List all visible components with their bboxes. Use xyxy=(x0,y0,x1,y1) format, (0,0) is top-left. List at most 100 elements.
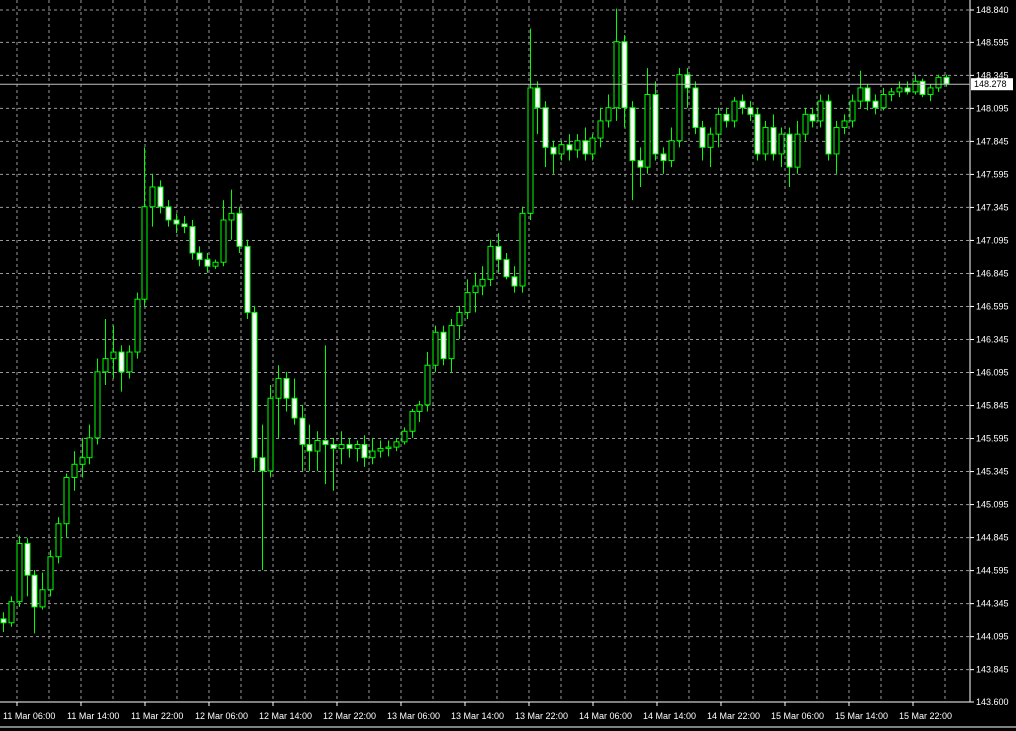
candle-body-bearish xyxy=(24,543,31,576)
candle-body-bullish xyxy=(880,94,887,109)
candle-body-bearish xyxy=(872,100,879,109)
candle[interactable] xyxy=(244,239,251,320)
candle[interactable] xyxy=(487,239,494,287)
candle[interactable] xyxy=(692,81,699,135)
candle-body-bullish xyxy=(589,137,596,155)
candle-body-bullish xyxy=(605,107,612,122)
x-tick-label: 13 Mar 06:00 xyxy=(387,711,440,721)
candle-body-bearish xyxy=(0,618,7,624)
candle-body-bullish xyxy=(267,397,274,472)
candle[interactable] xyxy=(919,78,926,98)
candle-body-bearish xyxy=(291,397,298,419)
candle-body-bearish xyxy=(299,417,306,445)
candle-body-bearish xyxy=(31,574,38,608)
candle-body-bearish xyxy=(864,87,871,102)
candle-body-bullish xyxy=(354,443,361,449)
y-tick-label: 148.095 xyxy=(976,103,1009,113)
y-tick-label: 148.840 xyxy=(976,5,1009,15)
x-tick-label: 15 Mar 06:00 xyxy=(771,711,824,721)
y-tick-label: 147.345 xyxy=(976,202,1009,212)
candle-body-bearish xyxy=(251,311,258,459)
candle-body-bearish xyxy=(621,41,628,109)
candle-body-bearish xyxy=(943,76,950,85)
candle[interactable] xyxy=(134,292,141,359)
candle[interactable] xyxy=(676,68,683,148)
y-tick-label: 143.845 xyxy=(976,665,1009,675)
y-tick-label: 145.845 xyxy=(976,401,1009,411)
y-tick-label: 147.095 xyxy=(976,235,1009,245)
y-tick-label: 144.845 xyxy=(976,533,1009,543)
candle[interactable] xyxy=(16,535,23,607)
candle-body-bullish xyxy=(39,589,46,608)
candlestick-chart[interactable]: 148.840148.595148.345148.095147.845147.5… xyxy=(0,0,1016,731)
candle-body-bullish xyxy=(778,133,785,155)
y-tick-label: 145.345 xyxy=(976,467,1009,477)
candle-body-bullish xyxy=(833,127,840,155)
candle-body-bullish xyxy=(794,133,801,168)
y-tick-label: 146.345 xyxy=(976,334,1009,344)
candle-body-bullish xyxy=(94,371,101,439)
candle[interactable] xyxy=(251,305,258,471)
candle-body-bearish xyxy=(699,127,706,148)
candle[interactable] xyxy=(94,358,101,445)
y-tick-label: 145.095 xyxy=(976,500,1009,510)
x-tick-label: 15 Mar 22:00 xyxy=(899,711,952,721)
candle-body-bullish xyxy=(55,523,62,558)
candle-body-bullish xyxy=(731,100,738,122)
candle-body-bearish xyxy=(660,153,667,162)
current-price-label: 148.278 xyxy=(974,79,1007,89)
x-tick-label: 12 Mar 06:00 xyxy=(195,711,248,721)
candle[interactable] xyxy=(825,94,832,161)
candle[interactable] xyxy=(754,107,761,161)
candle-body-bearish xyxy=(503,259,510,278)
candle-body-bullish xyxy=(314,440,321,452)
candle-body-bullish xyxy=(275,377,282,399)
candle-body-bullish xyxy=(409,410,416,432)
candle-body-bullish xyxy=(715,113,722,135)
candle-body-bullish xyxy=(134,298,141,353)
candle-body-bullish xyxy=(597,120,604,139)
x-tick-label: 12 Mar 14:00 xyxy=(259,711,312,721)
candle-body-bearish xyxy=(919,80,926,96)
candle-body-bearish xyxy=(809,113,816,122)
candle-body-bullish xyxy=(212,261,219,267)
candle-body-bullish xyxy=(644,94,651,168)
candle-body-bullish xyxy=(927,87,934,96)
candle[interactable] xyxy=(267,385,274,478)
candle-body-bullish xyxy=(338,443,345,449)
candle-body-bearish xyxy=(204,259,211,267)
candle-body-bullish xyxy=(519,212,526,287)
candle-body-bullish xyxy=(464,292,471,313)
candle-body-bearish xyxy=(196,252,203,261)
y-tick-label: 146.595 xyxy=(976,301,1009,311)
candle-body-bearish xyxy=(244,245,251,313)
candle[interactable] xyxy=(55,517,62,564)
candle-body-bearish xyxy=(259,457,266,472)
candle[interactable] xyxy=(432,325,439,372)
candle-body-bearish xyxy=(754,113,761,155)
candle-body-bearish xyxy=(511,276,518,287)
candle-body-bearish xyxy=(306,443,313,452)
candle-body-bullish xyxy=(110,351,117,360)
candle[interactable] xyxy=(236,206,243,253)
candle-body-bullish xyxy=(126,351,133,373)
candle-body-bullish xyxy=(487,245,494,280)
candle-body-bearish xyxy=(692,87,699,129)
candle-body-bearish xyxy=(652,94,659,155)
candle-body-bearish xyxy=(747,107,754,115)
y-tick-label: 147.845 xyxy=(976,136,1009,146)
candle-body-bullish xyxy=(888,91,895,96)
y-tick-label: 146.095 xyxy=(976,368,1009,378)
candle-body-bearish xyxy=(825,100,832,155)
candle[interactable] xyxy=(47,550,54,597)
candle-body-bullish xyxy=(849,100,856,122)
candle-body-bearish xyxy=(739,100,746,109)
candle-body-bullish xyxy=(817,100,824,122)
candle-body-bearish xyxy=(723,113,730,122)
candle-body-bullish xyxy=(71,463,78,478)
candle[interactable] xyxy=(519,206,526,293)
x-tick-label: 14 Mar 06:00 xyxy=(579,711,632,721)
candle-body-bullish xyxy=(86,437,93,459)
candle-body-bullish xyxy=(472,285,479,294)
candle-body-bearish xyxy=(361,443,368,459)
